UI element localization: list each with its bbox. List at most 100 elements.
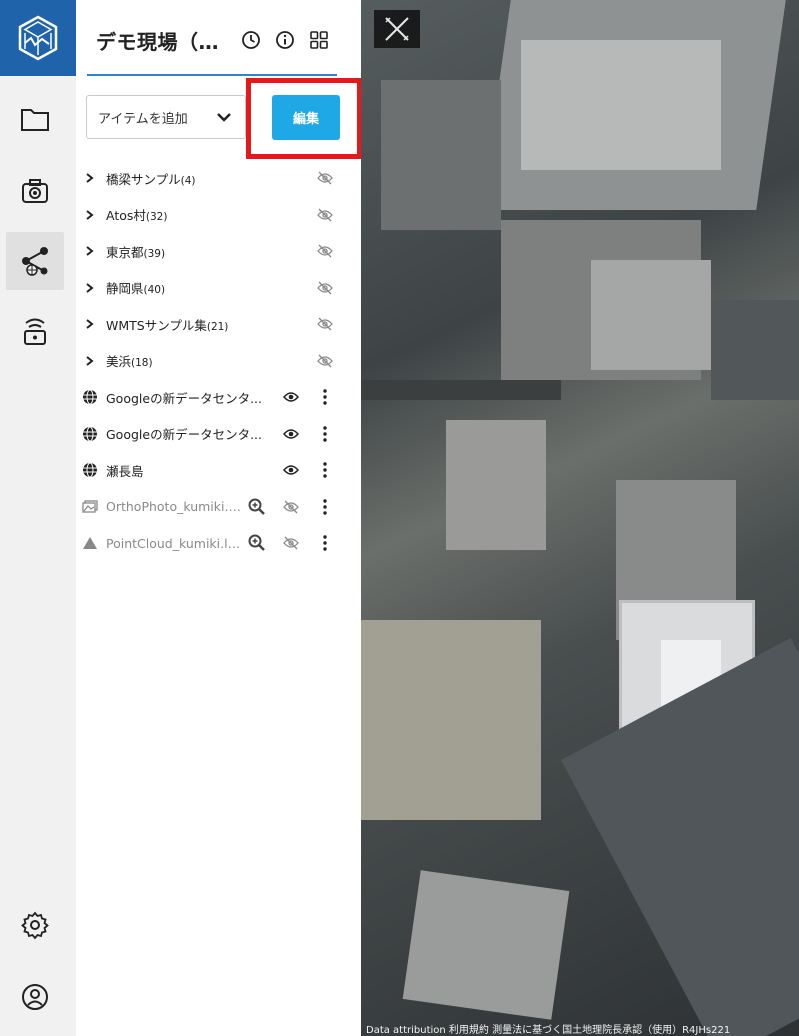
building (402, 870, 570, 1020)
group-count: (32) (145, 211, 168, 223)
measure-tool-button[interactable] (374, 10, 420, 48)
more-options-icon[interactable] (320, 498, 330, 516)
group-count: (18) (131, 357, 153, 369)
building (446, 420, 546, 550)
layer-item-row[interactable]: 瀬長島 (76, 453, 361, 487)
more-options-icon[interactable] (320, 388, 330, 406)
layer-group-row[interactable]: 美浜(18) (76, 344, 361, 378)
eye-off-icon[interactable] (282, 535, 300, 551)
globe-icon (82, 426, 98, 442)
camera-icon (22, 179, 48, 203)
group-count: (40) (143, 284, 166, 296)
layer-item-row[interactable]: OrthoPhoto_kumiki.tif (76, 490, 361, 524)
layer-panel: デモ現場（公... アイテムを追加 編集 橋梁サンプル(4) Atos村(32) 東… (76, 0, 362, 1036)
layer-group-label: 橋梁サンプル(4) (106, 169, 196, 188)
group-name: 東京都 (106, 244, 144, 260)
highway (561, 637, 799, 1036)
image-icon (82, 499, 98, 515)
zoom-to-icon[interactable] (248, 498, 266, 516)
edit-button[interactable]: 編集 (272, 95, 340, 140)
grid-apps-icon[interactable] (308, 29, 330, 51)
building (381, 80, 501, 230)
group-name: WMTSサンプル集 (106, 317, 207, 333)
layer-group-label: 東京都(39) (106, 242, 165, 261)
layer-item-label: Googleの新データセンタ... (106, 390, 263, 406)
cube-logo-icon (18, 15, 58, 61)
group-name: Atos村 (106, 208, 146, 223)
rail-account-button[interactable] (6, 968, 64, 1026)
eye-off-icon[interactable] (316, 353, 334, 369)
rail-camera-button[interactable] (6, 162, 64, 220)
folder-icon (21, 109, 49, 131)
layer-group-label: WMTSサンプル集(21) (106, 315, 228, 334)
layer-item-row[interactable]: Googleの新データセンタ... (76, 417, 361, 451)
chevron-right-icon[interactable] (82, 353, 98, 369)
group-name: 静岡県 (106, 281, 144, 296)
chevron-right-icon[interactable] (82, 243, 98, 259)
eye-off-icon[interactable] (316, 280, 334, 296)
share-network-icon (22, 247, 48, 276)
layer-group-label: 美浜(18) (106, 351, 153, 370)
group-count: (39) (143, 247, 166, 260)
app-logo[interactable] (0, 0, 76, 76)
pointcloud-icon (82, 535, 98, 551)
map-view[interactable]: Data attribution 利用規約 測量法に基づく国土地理院長承認（使用… (361, 0, 799, 1036)
layer-item-row[interactable]: PointCloud_kumiki.laz (76, 526, 361, 560)
rail-share-button[interactable] (6, 232, 64, 290)
more-options-icon[interactable] (320, 461, 330, 479)
rail-folder-button[interactable] (6, 90, 64, 148)
layer-group-label: 静岡県(40) (106, 278, 165, 297)
history-icon[interactable] (240, 29, 262, 51)
device-icon (24, 318, 46, 345)
eye-off-icon[interactable] (316, 207, 334, 223)
chevron-right-icon[interactable] (82, 170, 98, 186)
layer-group-label: Atos村(32) (106, 205, 167, 224)
group-count: (4) (180, 174, 196, 187)
chevron-right-icon[interactable] (82, 280, 98, 296)
rail-settings-button[interactable] (6, 896, 64, 954)
layer-item-label: OrthoPhoto_kumiki.tif (106, 499, 241, 514)
account-icon (22, 984, 48, 1010)
building (711, 300, 799, 400)
settings-gear-icon (21, 911, 49, 940)
add-item-select[interactable]: アイテムを追加 (86, 95, 246, 139)
eye-icon[interactable] (282, 426, 300, 442)
eye-off-icon[interactable] (316, 243, 334, 259)
building-roof (591, 260, 711, 370)
road (361, 380, 561, 400)
layer-item-row[interactable]: Googleの新データセンタ... (76, 380, 361, 414)
layer-item-label: PointCloud_kumiki.laz (106, 535, 241, 551)
chevron-right-icon[interactable] (82, 207, 98, 223)
layer-group-row[interactable]: 橋梁サンプル(4) (76, 161, 361, 195)
chevron-down-icon (217, 113, 231, 122)
layer-group-row[interactable]: WMTSサンプル集(21) (76, 307, 361, 341)
more-options-icon[interactable] (320, 425, 330, 443)
globe-icon (82, 389, 98, 405)
more-options-icon[interactable] (320, 534, 330, 552)
layer-group-row[interactable]: Atos村(32) (76, 198, 361, 232)
layer-item-label: Googleの新データセンタ... (106, 427, 263, 442)
icon-rail (0, 0, 76, 1036)
layer-group-row[interactable]: 静岡県(40) (76, 271, 361, 305)
ruler-pencil-icon (385, 17, 409, 41)
building-roof (521, 40, 721, 170)
eye-off-icon[interactable] (316, 316, 334, 332)
map-attribution[interactable]: Data attribution 利用規約 測量法に基づく国土地理院長承認（使用… (366, 1021, 730, 1036)
eye-off-icon[interactable] (282, 499, 300, 515)
layer-group-row[interactable]: 東京都(39) (76, 234, 361, 268)
eye-icon[interactable] (282, 389, 300, 405)
globe-icon (82, 462, 98, 478)
panel-header: デモ現場（公... (96, 22, 351, 58)
chevron-right-icon[interactable] (82, 316, 98, 332)
layer-item-label: 瀬長島 (106, 463, 144, 479)
group-name: 美浜 (106, 354, 132, 369)
group-count: (21) (206, 320, 229, 333)
info-icon[interactable] (274, 29, 296, 51)
eye-off-icon[interactable] (316, 170, 334, 186)
project-title[interactable]: デモ現場（公... (96, 26, 234, 55)
eye-icon[interactable] (282, 462, 300, 478)
add-item-label: アイテムを追加 (98, 111, 188, 127)
zoom-to-icon[interactable] (248, 534, 266, 552)
group-name: 橋梁サンプル (106, 171, 181, 187)
rail-device-button[interactable] (6, 302, 64, 360)
